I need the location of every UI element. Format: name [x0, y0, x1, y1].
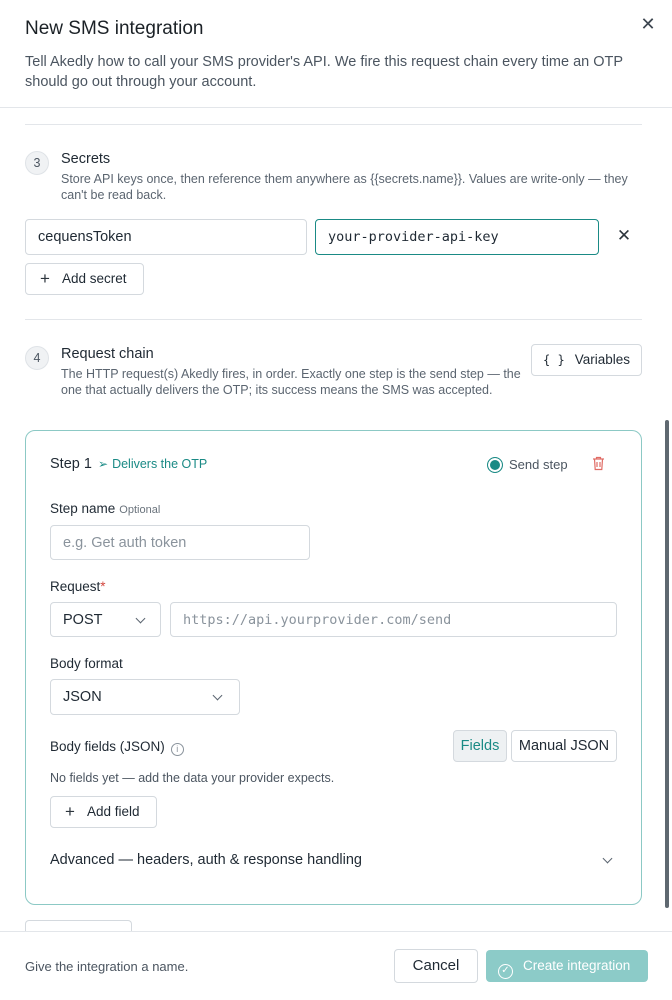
close-icon[interactable]: ✕ — [638, 14, 658, 34]
step-card: Step 1 ➢ Delivers the OTP Send step Step … — [25, 430, 642, 905]
secret-name-field[interactable]: cequensToken — [25, 219, 307, 255]
scrollbar[interactable] — [665, 420, 669, 908]
request-label: Request* — [50, 579, 106, 594]
cancel-button[interactable]: Cancel — [394, 949, 478, 983]
add-secret-button[interactable]: + Add secret — [25, 263, 144, 295]
braces-icon: { } — [543, 353, 565, 367]
url-input[interactable]: https://api.yourprovider.com/send — [170, 602, 617, 637]
body-fields-label: Body fields (JSON) i — [50, 739, 184, 756]
secret-value-field[interactable]: your-provider-api-key — [315, 219, 599, 255]
add-step-button[interactable] — [25, 920, 132, 931]
plus-icon: + — [40, 269, 50, 288]
modal-header: New SMS integration ✕ Tell Akedly how to… — [0, 0, 672, 108]
step-label: Step 1 — [50, 456, 92, 472]
variables-button[interactable]: { } Variables — [531, 344, 642, 376]
remove-secret-icon[interactable]: ✕ — [615, 226, 633, 246]
chevron-down-icon — [212, 690, 223, 701]
plus-icon: + — [65, 802, 75, 821]
send-icon: ➢ — [98, 457, 109, 471]
section-description-secrets: Store API keys once, then reference them… — [61, 172, 628, 202]
add-field-button[interactable]: + Add field — [50, 796, 157, 828]
step-name-label: Step name Optional — [50, 501, 161, 516]
info-icon: i — [170, 743, 184, 756]
footer-hint: Give the integration a name. — [25, 959, 189, 974]
step-name-input[interactable]: e.g. Get auth token — [50, 525, 310, 560]
fields-mode-button[interactable]: Fields — [453, 730, 507, 762]
advanced-toggle[interactable]: Advanced — headers, auth & response hand… — [50, 852, 362, 868]
create-integration-button[interactable]: ✓ Create integration — [486, 950, 648, 982]
chevron-down-icon — [135, 613, 146, 624]
send-step-label: Send step — [509, 457, 568, 472]
method-select[interactable]: POST — [50, 602, 161, 637]
modal-body[interactable]: 3 Secrets Store API keys once, then refe… — [0, 109, 672, 931]
check-circle-icon: ✓ — [498, 964, 513, 979]
section-number: 3 — [25, 151, 49, 175]
chevron-down-icon[interactable] — [602, 853, 613, 864]
section-title-request-chain: Request chain — [61, 346, 154, 362]
section-number: 4 — [25, 346, 49, 370]
empty-fields-text: No fields yet — add the data your provid… — [50, 771, 335, 785]
divider — [25, 319, 642, 320]
divider — [25, 124, 642, 125]
modal-title: New SMS integration — [25, 18, 204, 39]
modal-footer: Give the integration a name. Cancel ✓ Cre… — [0, 931, 672, 1000]
manual-json-mode-button[interactable]: Manual JSON — [511, 730, 617, 762]
section-title-secrets: Secrets — [61, 151, 111, 167]
modal-subtitle: Tell Akedly how to call your SMS provide… — [25, 54, 623, 90]
send-step-radio[interactable] — [487, 457, 503, 473]
trash-icon[interactable] — [592, 456, 605, 471]
body-format-label: Body format — [50, 656, 123, 671]
body-format-select[interactable]: JSON — [50, 679, 240, 715]
send-step-tag: ➢ Delivers the OTP — [98, 457, 208, 471]
section-description-request-chain: The HTTP request(s) Akedly fires, in ord… — [61, 367, 521, 397]
